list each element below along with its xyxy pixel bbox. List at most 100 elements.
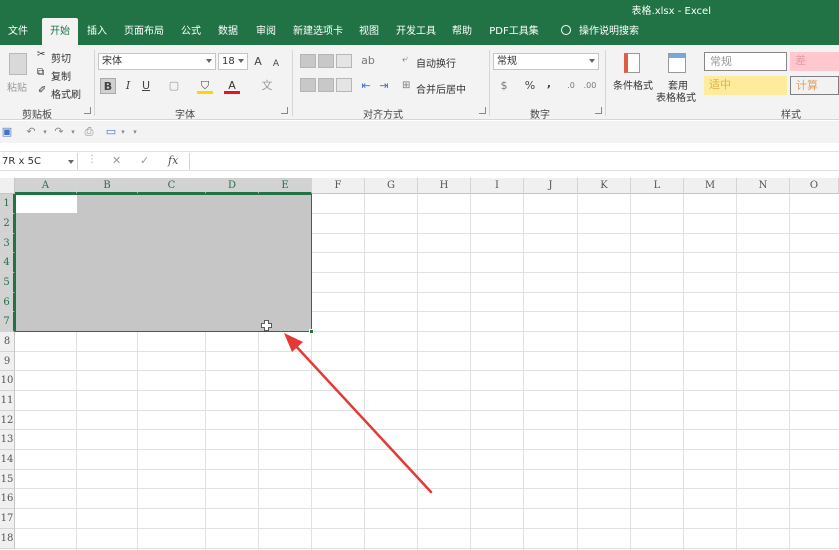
row-header-17[interactable]: 17 <box>0 509 15 529</box>
align-bottom-icon[interactable] <box>336 54 352 68</box>
tab-data[interactable]: 数据 <box>213 18 243 45</box>
row-header-12[interactable]: 12 <box>0 411 15 430</box>
column-header-l[interactable]: L <box>631 178 684 194</box>
tab-page-layout[interactable]: 页面布局 <box>119 18 169 45</box>
tab-file[interactable]: 文件 <box>0 18 36 45</box>
increase-indent-icon[interactable]: ⇥ <box>376 78 392 94</box>
row-header-6[interactable]: 6 <box>0 293 15 312</box>
tell-me-search[interactable]: 操作说明搜索 <box>556 18 644 45</box>
chevron-down-icon[interactable]: ▾ <box>66 125 80 139</box>
row-header-18[interactable]: 18 <box>0 529 15 549</box>
conditional-formatting-button[interactable]: 条件格式 <box>611 51 653 103</box>
formula-input[interactable] <box>189 153 839 170</box>
tab-developer[interactable]: 开发工具 <box>391 18 441 45</box>
tab-new-tab[interactable]: 新建选项卡 <box>288 18 348 45</box>
decrease-decimal-icon[interactable]: .00 <box>582 78 598 94</box>
row-header-16[interactable]: 16 <box>0 489 15 509</box>
select-all-button[interactable] <box>0 178 15 194</box>
style-bad[interactable]: 差 <box>790 52 839 71</box>
phonetic-icon[interactable]: 文 <box>259 78 275 94</box>
style-normal[interactable]: 常规 <box>704 52 787 71</box>
percent-button[interactable]: % <box>522 78 538 94</box>
font-size-select[interactable]: 18 <box>218 53 248 70</box>
align-top-icon[interactable] <box>300 54 316 68</box>
row-header-15[interactable]: 15 <box>0 470 15 489</box>
row-header-9[interactable]: 9 <box>0 352 15 371</box>
customize-qat-icon[interactable]: ▾ <box>128 125 142 139</box>
row-header-3[interactable]: 3 <box>0 234 15 253</box>
clipboard-launcher-icon[interactable] <box>84 107 91 114</box>
merge-center-button[interactable]: ⊞ 合并后居中 <box>402 80 480 96</box>
cancel-icon[interactable]: ✕ <box>112 154 121 167</box>
font-launcher-icon[interactable] <box>281 107 288 114</box>
row-header-1[interactable]: 1 <box>0 194 15 214</box>
align-left-icon[interactable] <box>300 78 316 92</box>
row-header-7[interactable]: 7 <box>0 312 15 332</box>
name-box[interactable]: 7R x 5C <box>0 153 78 170</box>
decrease-indent-icon[interactable]: ⇤ <box>358 78 374 94</box>
format-as-table-button[interactable]: 套用 表格格式 <box>654 51 700 104</box>
column-header-k[interactable]: K <box>578 178 631 194</box>
font-grow-icon[interactable]: A <box>250 54 266 70</box>
borders-icon[interactable]: ▢ <box>166 78 182 94</box>
tab-review[interactable]: 审阅 <box>251 18 281 45</box>
comma-button[interactable]: , <box>541 76 557 92</box>
format-painter-button[interactable]: ✐ 格式刷 <box>37 85 85 101</box>
column-header-f[interactable]: F <box>312 178 365 194</box>
font-name-select[interactable]: 宋体 <box>98 53 216 70</box>
column-header-h[interactable]: H <box>418 178 471 194</box>
increase-decimal-icon[interactable]: .0 <box>563 78 579 94</box>
tab-view[interactable]: 视图 <box>354 18 384 45</box>
orientation-icon[interactable]: ab <box>360 53 376 69</box>
column-header-a[interactable]: A <box>15 178 77 194</box>
selected-range[interactable] <box>15 194 312 332</box>
column-header-c[interactable]: C <box>138 178 206 194</box>
column-header-i[interactable]: I <box>471 178 524 194</box>
currency-icon[interactable]: $ <box>496 78 512 94</box>
row-header-8[interactable]: 8 <box>0 332 15 352</box>
column-header-j[interactable]: J <box>524 178 578 194</box>
print-preview-icon[interactable]: ⎙ <box>82 125 96 139</box>
column-header-o[interactable]: O <box>790 178 839 194</box>
row-header-10[interactable]: 10 <box>0 371 15 391</box>
column-header-d[interactable]: D <box>206 178 259 194</box>
tab-help[interactable]: 帮助 <box>447 18 477 45</box>
more-options-icon[interactable]: ⋮ <box>87 154 97 165</box>
style-calculation[interactable]: 计算 <box>790 76 839 95</box>
cut-button[interactable]: ✂ 剪切 <box>37 49 75 65</box>
column-header-e[interactable]: E <box>259 178 312 194</box>
row-header-4[interactable]: 4 <box>0 253 15 273</box>
paste-button[interactable]: 粘贴 <box>4 51 32 97</box>
insert-function-icon[interactable]: fx <box>168 154 178 167</box>
column-header-b[interactable]: B <box>77 178 138 194</box>
undo-icon[interactable]: ↶ <box>24 125 38 139</box>
align-right-icon[interactable] <box>336 78 352 92</box>
row-header-14[interactable]: 14 <box>0 450 15 470</box>
font-shrink-icon[interactable]: A <box>268 56 284 72</box>
tab-formulas[interactable]: 公式 <box>176 18 206 45</box>
save-icon[interactable]: ▣ <box>0 125 14 139</box>
align-middle-icon[interactable] <box>318 54 334 68</box>
alignment-launcher-icon[interactable] <box>479 107 486 114</box>
wrap-text-button[interactable]: ⤶ 自动换行 <box>402 54 464 70</box>
fill-handle[interactable] <box>309 329 314 334</box>
row-header-13[interactable]: 13 <box>0 430 15 450</box>
row-header-11[interactable]: 11 <box>0 391 15 411</box>
chevron-down-icon[interactable]: ▾ <box>38 125 52 139</box>
italic-button[interactable]: I <box>120 78 136 94</box>
row-header-2[interactable]: 2 <box>0 214 15 234</box>
active-cell[interactable] <box>16 195 77 213</box>
copy-button[interactable]: ⧉ 复制 <box>37 67 85 83</box>
column-header-m[interactable]: M <box>684 178 737 194</box>
style-neutral[interactable]: 适中 <box>704 76 787 95</box>
tab-home[interactable]: 开始 <box>42 18 78 45</box>
row-header-5[interactable]: 5 <box>0 273 15 293</box>
align-center-icon[interactable] <box>318 78 334 92</box>
column-header-n[interactable]: N <box>737 178 790 194</box>
tab-insert[interactable]: 插入 <box>82 18 112 45</box>
underline-button[interactable]: U <box>138 78 154 94</box>
column-header-g[interactable]: G <box>365 178 418 194</box>
tab-pdf-tools[interactable]: PDF工具集 <box>486 18 542 45</box>
fill-color-icon[interactable]: ⛉ <box>197 78 213 94</box>
font-color-button[interactable]: A <box>224 78 240 94</box>
